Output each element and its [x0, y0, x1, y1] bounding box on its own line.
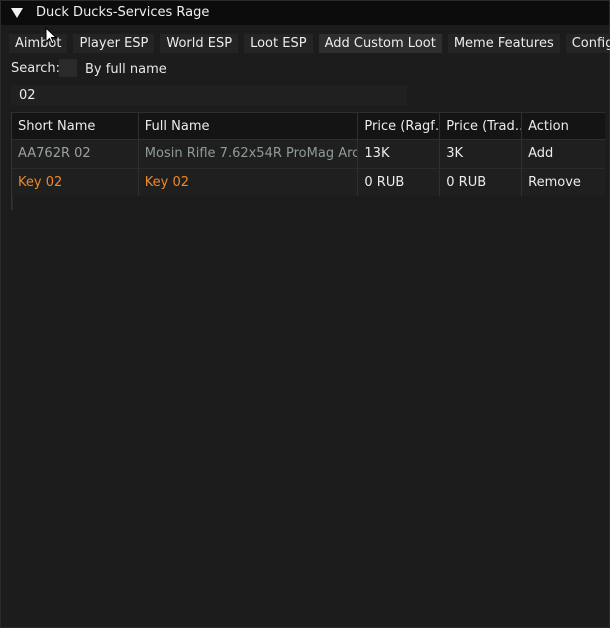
table-row[interactable]: AA762R 02 Mosin Rifle 7.62x54R ProMag Ar…: [12, 140, 605, 168]
main-window: Duck Ducks-Services Rage Aimbot Player E…: [0, 0, 610, 628]
tab-world-esp[interactable]: World ESP: [160, 34, 239, 53]
loot-table: Short Name Full Name Price (Ragf… Price …: [11, 112, 605, 210]
search-label: Search:: [11, 61, 61, 76]
column-header-full-name[interactable]: Full Name: [139, 113, 359, 139]
tab-loot-esp[interactable]: Loot ESP: [244, 34, 313, 53]
tab-player-esp[interactable]: Player ESP: [73, 34, 155, 53]
cell-short-name: Key 02: [12, 169, 139, 196]
column-header-short-name[interactable]: Short Name: [12, 113, 139, 139]
tab-bar: Aimbot Player ESP World ESP Loot ESP Add…: [9, 34, 610, 54]
table-header-row: Short Name Full Name Price (Ragf… Price …: [12, 112, 605, 140]
tab-config[interactable]: Config: [565, 34, 610, 53]
collapse-arrow-icon[interactable]: [11, 8, 23, 18]
add-button[interactable]: Add: [522, 140, 605, 168]
search-input[interactable]: [11, 85, 407, 105]
column-header-action[interactable]: Action: [522, 113, 605, 139]
table-row[interactable]: Key 02 Key 02 0 RUB 0 RUB Remove: [12, 168, 605, 196]
title-bar[interactable]: Duck Ducks-Services Rage: [1, 1, 609, 25]
by-full-name-checkbox[interactable]: [59, 59, 77, 77]
cell-full-name: Key 02: [139, 169, 359, 196]
cell-price-ragfair: 13K: [358, 140, 441, 168]
window-title: Duck Ducks-Services Rage: [36, 5, 210, 20]
remove-button[interactable]: Remove: [522, 169, 605, 196]
tab-meme-features[interactable]: Meme Features: [447, 34, 560, 53]
column-header-price-ragfair[interactable]: Price (Ragf…: [358, 113, 441, 139]
cell-price-trader: 0 RUB: [440, 169, 523, 196]
mouse-cursor-icon: [45, 27, 57, 45]
cell-full-name: Mosin Rifle 7.62x54R ProMag Archan: [139, 140, 359, 168]
cell-price-trader: 3K: [440, 140, 523, 168]
by-full-name-label: By full name: [85, 62, 167, 77]
table-footer-spacer: [12, 196, 605, 210]
tab-aimbot[interactable]: Aimbot: [9, 34, 68, 53]
tab-add-custom-loot[interactable]: Add Custom Loot: [318, 34, 442, 53]
column-header-price-trader[interactable]: Price (Trad…: [440, 113, 523, 139]
cell-short-name: AA762R 02: [12, 140, 139, 168]
cell-price-ragfair: 0 RUB: [358, 169, 441, 196]
